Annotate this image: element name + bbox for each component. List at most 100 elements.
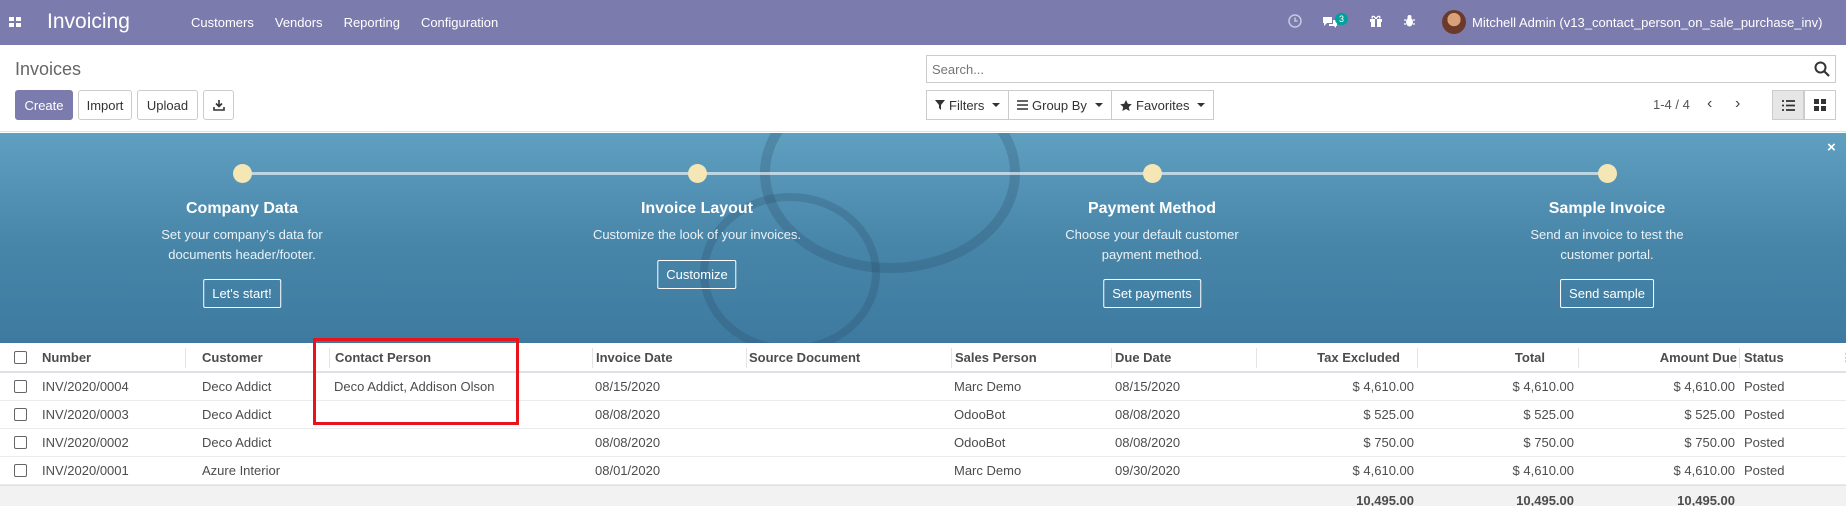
cell-due-date: 09/30/2020	[1115, 463, 1181, 478]
pager-next-icon[interactable]: ›	[1735, 96, 1740, 112]
column-invoice-date[interactable]: Invoice Date	[596, 343, 673, 371]
activity-clock-icon[interactable]	[1288, 14, 1302, 28]
favorites-dropdown[interactable]: Favorites	[1111, 90, 1215, 120]
send-sample-button[interactable]: Send sample	[1560, 279, 1654, 308]
cell-tax-excluded: $ 525.00	[1363, 407, 1414, 422]
group-by-label: Group By	[1032, 97, 1087, 113]
close-banner-icon[interactable]: ×	[1827, 139, 1836, 156]
cell-number: INV/2020/0004	[42, 379, 129, 394]
column-total[interactable]: Total	[1420, 343, 1545, 371]
cell-due-date: 08/08/2020	[1115, 435, 1181, 450]
onboarding-banner: Company Data Set your company's data for…	[0, 133, 1846, 343]
cell-amount-due: $ 525.00	[1684, 407, 1735, 422]
cell-sales-person: Marc Demo	[954, 379, 1022, 394]
set-payments-button[interactable]: Set payments	[1103, 279, 1201, 308]
upload-button[interactable]: Upload	[137, 90, 198, 120]
group-by-icon	[1017, 100, 1028, 110]
cell-number: INV/2020/0001	[42, 463, 129, 478]
cell-sales-person: OdooBot	[954, 407, 1006, 422]
control-panel: Invoices Create Import Upload Filters Gr…	[0, 45, 1846, 132]
create-button[interactable]: Create	[15, 90, 73, 120]
cell-amount-due: $ 750.00	[1684, 435, 1735, 450]
cell-invoice-date: 08/08/2020	[595, 407, 661, 422]
cell-invoice-date: 08/01/2020	[595, 463, 661, 478]
column-due-date[interactable]: Due Date	[1115, 343, 1171, 371]
column-sales-person[interactable]: Sales Person	[955, 343, 1037, 371]
debug-bug-icon[interactable]	[1403, 14, 1416, 28]
step-description: Set your company's data for documents hea…	[161, 227, 323, 262]
step-title: Invoice Layout	[640, 200, 754, 217]
step-title: Payment Method	[1087, 200, 1216, 217]
column-customer[interactable]: Customer	[202, 343, 263, 371]
user-menu[interactable]: Mitchell Admin (v13_contact_person_on_sa…	[1472, 15, 1823, 30]
favorites-label: Favorites	[1136, 97, 1190, 113]
column-status[interactable]: Status	[1744, 343, 1784, 371]
cell-invoice-date: 08/08/2020	[595, 435, 661, 450]
cell-amount-due: $ 4,610.00	[1673, 379, 1735, 394]
filters-dropdown[interactable]: Filters	[926, 90, 1010, 120]
cell-tax-excluded: $ 4,610.00	[1352, 379, 1414, 394]
download-button[interactable]	[203, 90, 234, 120]
step-description: Customize the look of your invoices.	[592, 227, 802, 242]
cell-due-date: 08/08/2020	[1115, 407, 1181, 422]
lets-start-button[interactable]: Let's start!	[203, 279, 281, 308]
search-input[interactable]	[927, 56, 1807, 82]
page-title: Invoices	[15, 59, 82, 79]
main-menu: Customers Vendors Reporting Configuratio…	[191, 15, 519, 30]
gift-icon[interactable]	[1369, 14, 1383, 28]
optional-columns-icon[interactable]: ⋮	[1841, 343, 1846, 371]
menu-vendors[interactable]: Vendors	[275, 15, 323, 30]
table-row[interactable]: INV/2020/0001 Azure Interior 08/01/2020 …	[0, 457, 1846, 485]
row-checkbox[interactable]	[14, 457, 27, 484]
cell-tax-excluded: $ 4,610.00	[1352, 463, 1414, 478]
import-button[interactable]: Import	[78, 90, 132, 120]
select-all-checkbox[interactable]	[14, 343, 27, 371]
cell-due-date: 08/15/2020	[1115, 379, 1181, 394]
row-checkbox[interactable]	[14, 401, 27, 428]
filters-label: Filters	[949, 97, 985, 113]
cell-total: $ 4,610.00	[1512, 379, 1574, 394]
search-bar	[926, 55, 1836, 83]
step-payment-method: Payment Method Choose your default custo…	[1002, 133, 1302, 343]
user-avatar[interactable]	[1442, 10, 1466, 34]
cell-status: Posted	[1744, 463, 1785, 478]
pager-previous-icon[interactable]: ‹	[1707, 96, 1712, 112]
pager-value[interactable]: 1-4 / 4	[1653, 97, 1690, 112]
menu-configuration[interactable]: Configuration	[421, 15, 498, 30]
column-tax-excluded[interactable]: Tax Excluded	[1260, 343, 1400, 371]
step-sample-invoice: Sample Invoice Send an invoice to test t…	[1457, 133, 1757, 343]
row-checkbox[interactable]	[14, 373, 27, 400]
cell-customer: Deco Addict	[202, 435, 272, 450]
cell-amount-due: $ 4,610.00	[1673, 463, 1735, 478]
cell-status: Posted	[1744, 379, 1785, 394]
cell-number: INV/2020/0003	[42, 407, 129, 422]
apps-grid-icon[interactable]	[9, 17, 22, 29]
row-checkbox[interactable]	[14, 429, 27, 456]
kanban-view-button[interactable]	[1804, 90, 1836, 120]
column-source-document[interactable]: Source Document	[749, 343, 860, 371]
cell-customer: Deco Addict	[202, 407, 272, 422]
table-row[interactable]: INV/2020/0002 Deco Addict 08/08/2020 Odo…	[0, 429, 1846, 457]
group-by-dropdown[interactable]: Group By	[1008, 90, 1112, 120]
column-amount-due[interactable]: Amount Due	[1580, 343, 1737, 371]
table-row[interactable]: INV/2020/0004 Deco Addict Deco Addict, A…	[0, 373, 1846, 401]
menu-customers[interactable]: Customers	[191, 15, 254, 30]
annotation-highlight-box	[313, 338, 519, 425]
table-row[interactable]: INV/2020/0003 Deco Addict 08/08/2020 Odo…	[0, 401, 1846, 429]
step-invoice-layout: Invoice Layout Customize the look of you…	[547, 133, 847, 343]
cell-customer: Deco Addict	[202, 379, 272, 394]
menu-reporting[interactable]: Reporting	[344, 15, 400, 30]
cell-tax-excluded: $ 750.00	[1363, 435, 1414, 450]
column-number[interactable]: Number	[42, 343, 91, 371]
table-footer-totals: 10,495.00 10,495.00 10,495.00	[0, 485, 1846, 506]
cell-invoice-date: 08/15/2020	[595, 379, 661, 394]
list-view-button[interactable]	[1772, 90, 1804, 120]
cell-status: Posted	[1744, 435, 1785, 450]
cell-number: INV/2020/0002	[42, 435, 129, 450]
table-header-row: Number Customer Contact Person Invoice D…	[0, 343, 1846, 373]
cell-total: $ 4,610.00	[1512, 463, 1574, 478]
download-icon	[212, 100, 225, 111]
customize-button[interactable]: Customize	[657, 260, 737, 289]
cell-customer: Azure Interior	[202, 463, 281, 478]
search-icon[interactable]	[1813, 60, 1831, 78]
